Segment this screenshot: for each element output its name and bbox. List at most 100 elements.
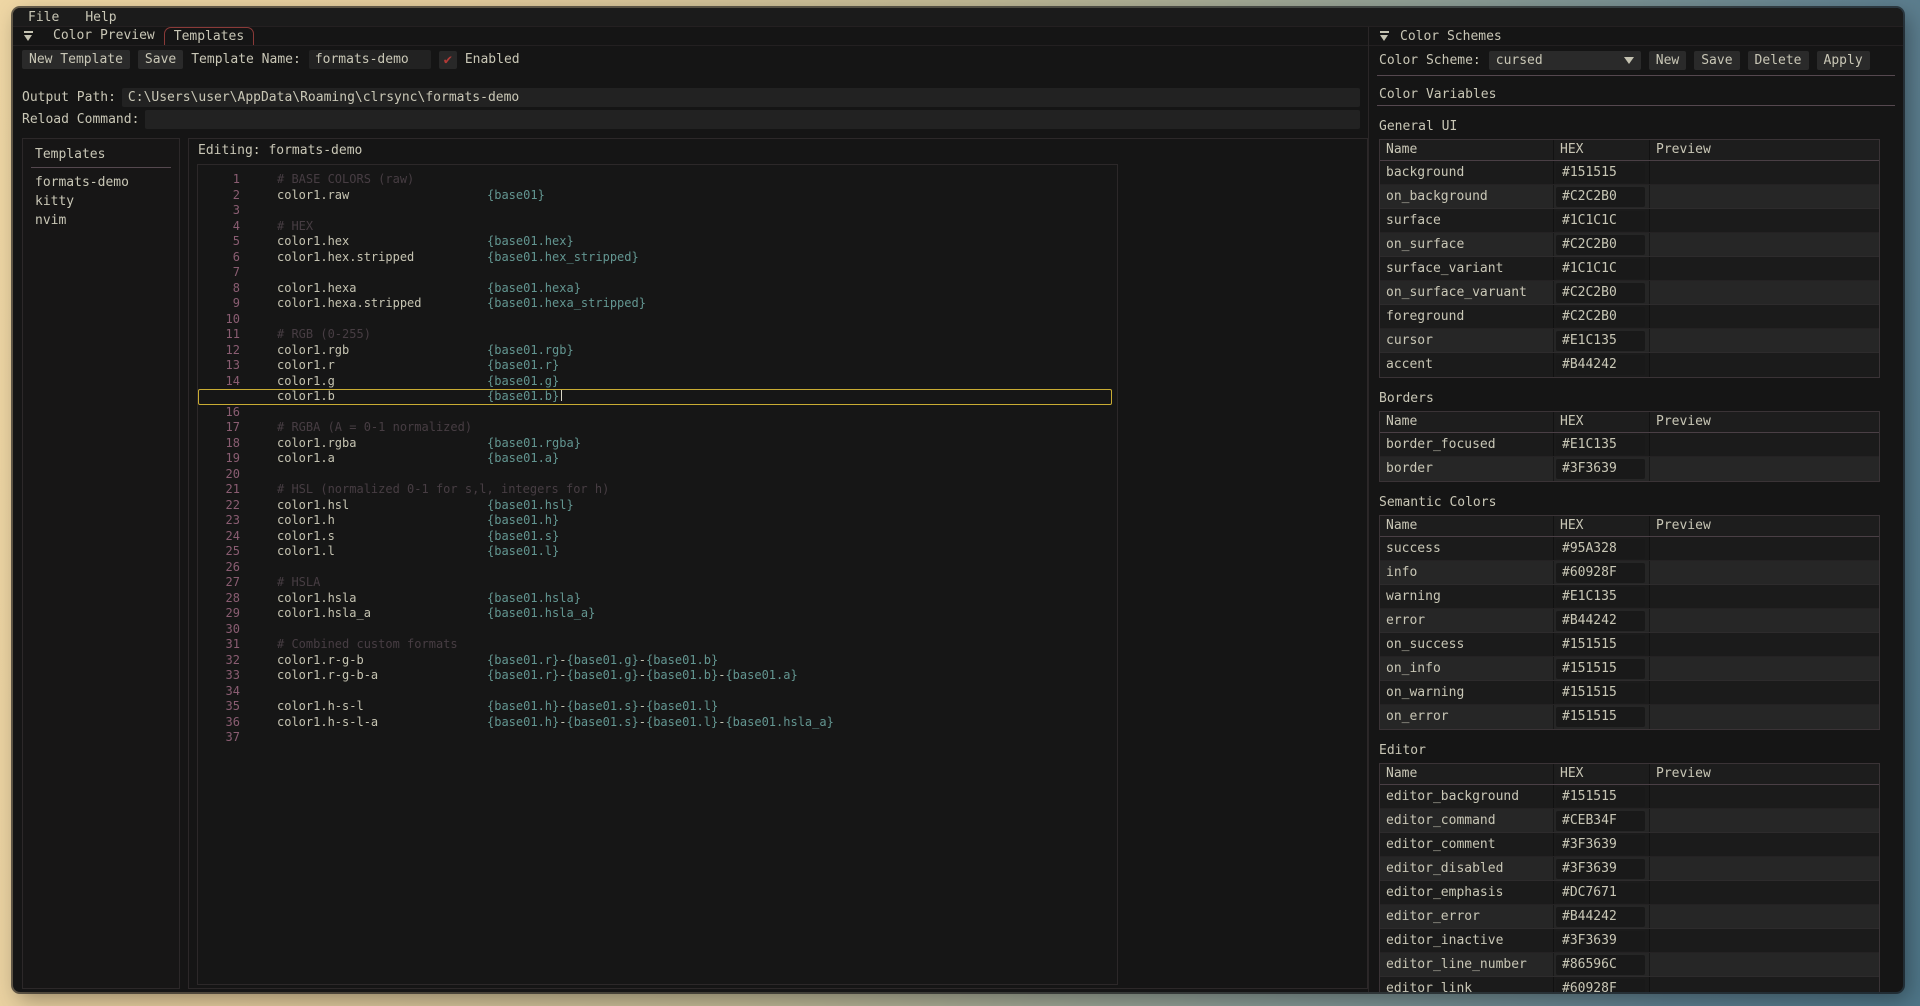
editor-focused-line-input[interactable]: color1.b{base01.b}	[198, 389, 1112, 405]
color-variable-row: border_focused#E1C135	[1380, 433, 1879, 457]
color-variable-hex-cell: #60928F	[1554, 561, 1650, 584]
color-variable-hex-input[interactable]: #1C1C1C	[1556, 211, 1645, 231]
line-number: 35	[198, 699, 240, 715]
panel-collapse-icon[interactable]	[1379, 30, 1391, 42]
color-variable-name: editor_background	[1380, 785, 1554, 808]
color-variable-preview-cell	[1650, 789, 1879, 804]
color-variable-row: info#60928F	[1380, 561, 1879, 585]
color-variable-hex-input[interactable]: #86596C	[1556, 955, 1645, 975]
color-variable-hex-input[interactable]: #E1C135	[1556, 587, 1645, 607]
scheme-save-button[interactable]: Save	[1694, 51, 1739, 70]
code-text: color1.hex	[277, 234, 487, 250]
line-number: 33	[198, 668, 240, 684]
column-header-name: Name	[1380, 516, 1554, 536]
code-placeholder: {base01.hsla_a}	[725, 715, 833, 729]
separator	[1377, 105, 1895, 106]
line-number: 36	[198, 715, 240, 731]
color-variable-hex-input[interactable]: #C2C2B0	[1556, 187, 1645, 207]
output-path-input[interactable]: C:\Users\user\AppData\Roaming\clrsync\fo…	[122, 88, 1360, 107]
color-variable-hex-input[interactable]: #E1C135	[1556, 435, 1645, 455]
editor-code-line: 28color1.hsla{base01.hsla}	[198, 591, 1117, 607]
color-variable-hex-input[interactable]: #60928F	[1556, 979, 1645, 992]
new-template-button[interactable]: New Template	[22, 50, 130, 69]
color-table: NameHEXPreviewborder_focused#E1C135borde…	[1379, 411, 1880, 482]
editor-code-line: 37	[198, 730, 1117, 746]
color-variable-hex-input[interactable]: #151515	[1556, 787, 1645, 807]
tab-strip: Color PreviewTemplates	[44, 27, 254, 45]
color-variable-hex-input[interactable]: #95A328	[1556, 539, 1645, 559]
color-scheme-label: Color Scheme:	[1379, 53, 1481, 68]
text-cursor	[561, 390, 562, 401]
color-variable-hex-input[interactable]: #B44242	[1556, 611, 1645, 631]
scheme-delete-button[interactable]: Delete	[1748, 51, 1809, 70]
color-variable-hex-input[interactable]: #B44242	[1556, 355, 1645, 375]
color-variable-hex-input[interactable]: #3F3639	[1556, 459, 1645, 479]
tab-templates[interactable]: Templates	[164, 27, 254, 45]
color-variable-hex-input[interactable]: #151515	[1556, 635, 1645, 655]
editor-code-line: 19color1.a{base01.a}	[198, 451, 1117, 467]
column-header-hex: HEX	[1554, 412, 1650, 432]
color-variable-row: on_error#151515	[1380, 705, 1879, 729]
color-variable-preview-cell	[1650, 462, 1879, 477]
editor-code-line: 24color1.s{base01.s}	[198, 529, 1117, 545]
color-variable-hex-input[interactable]: #E1C135	[1556, 331, 1645, 351]
menu-item-help[interactable]: Help	[85, 10, 116, 25]
window-collapse-icon[interactable]	[23, 30, 35, 42]
editor-code-line: 6color1.hex.stripped{base01.hex_stripped…	[198, 250, 1117, 266]
template-code-editor[interactable]: 1# BASE COLORS (raw)2color1.raw{base01}3…	[197, 164, 1118, 985]
code-placeholder: {base01.g}	[566, 668, 638, 682]
color-variable-hex-input[interactable]: #151515	[1556, 163, 1645, 183]
code-placeholder: {base01.hsla_a}	[487, 606, 595, 620]
tab-color-preview[interactable]: Color Preview	[44, 27, 164, 45]
color-variable-hex-cell: #E1C135	[1554, 585, 1650, 608]
color-variable-hex-input[interactable]: #CEB34F	[1556, 811, 1645, 831]
template-list-item-nvim[interactable]: nvim	[23, 211, 179, 230]
template-list-item-formats-demo[interactable]: formats-demo	[23, 173, 179, 192]
code-text: color1.hex.stripped	[277, 250, 487, 266]
color-variable-hex-cell: #3F3639	[1554, 929, 1650, 952]
menu-item-file[interactable]: File	[28, 10, 59, 25]
editor-code-line: 31# Combined custom formats	[198, 637, 1117, 653]
template-list-item-kitty[interactable]: kitty	[23, 192, 179, 211]
scheme-new-button[interactable]: New	[1649, 51, 1686, 70]
color-variable-hex-input[interactable]: #C2C2B0	[1556, 307, 1645, 327]
color-variable-hex-input[interactable]: #B44242	[1556, 907, 1645, 927]
editor-code-line: 30	[198, 622, 1117, 638]
line-number: 7	[198, 265, 240, 281]
save-template-button[interactable]: Save	[138, 50, 183, 69]
code-placeholder: {base01.hexa_stripped}	[487, 296, 646, 310]
color-variable-hex-input[interactable]: #3F3639	[1556, 859, 1645, 879]
enabled-checkbox[interactable]: ✔	[439, 51, 457, 69]
color-variable-hex-input[interactable]: #151515	[1556, 659, 1645, 679]
line-number: 19	[198, 451, 240, 467]
reload-command-input[interactable]	[145, 110, 1360, 129]
editor-code-line: 20	[198, 467, 1117, 483]
template-name-input[interactable]: formats-demo	[309, 50, 431, 69]
color-variable-preview-cell	[1650, 285, 1879, 300]
color-variable-hex-input[interactable]: #60928F	[1556, 563, 1645, 583]
templates-list: formats-demokittynvim	[23, 173, 179, 230]
color-variable-hex-cell: #E1C135	[1554, 433, 1650, 456]
color-variable-hex-input[interactable]: #3F3639	[1556, 931, 1645, 951]
editor-code-line: 27# HSLA	[198, 575, 1117, 591]
editor-code-line: 36color1.h-s-l-a{base01.h}-{base01.s}-{b…	[198, 715, 1117, 731]
editor-code-line: 33color1.r-g-b-a{base01.r}-{base01.g}-{b…	[198, 668, 1117, 684]
app-window: File Help Color PreviewTemplates New Temp…	[13, 8, 1903, 992]
color-variable-name: border_focused	[1380, 433, 1554, 456]
color-variable-hex-input[interactable]: #C2C2B0	[1556, 283, 1645, 303]
code-placeholder: {base01.l}	[487, 544, 559, 558]
code-placeholder: {base01.r}	[487, 653, 559, 667]
color-variable-hex-input[interactable]: #151515	[1556, 707, 1645, 727]
color-variable-row: on_success#151515	[1380, 633, 1879, 657]
color-variable-row: cursor#E1C135	[1380, 329, 1879, 353]
color-scheme-select[interactable]: cursed	[1489, 51, 1641, 70]
editor-code-line: 1# BASE COLORS (raw)	[198, 172, 1117, 188]
color-variable-preview-cell	[1650, 165, 1879, 180]
color-variable-hex-input[interactable]: #DC7671	[1556, 883, 1645, 903]
scheme-apply-button[interactable]: Apply	[1817, 51, 1870, 70]
color-variable-hex-input[interactable]: #151515	[1556, 683, 1645, 703]
color-variable-hex-input[interactable]: #1C1C1C	[1556, 259, 1645, 279]
code-comment: # BASE COLORS (raw)	[277, 172, 414, 186]
color-variable-hex-input[interactable]: #3F3639	[1556, 835, 1645, 855]
color-variable-hex-input[interactable]: #C2C2B0	[1556, 235, 1645, 255]
